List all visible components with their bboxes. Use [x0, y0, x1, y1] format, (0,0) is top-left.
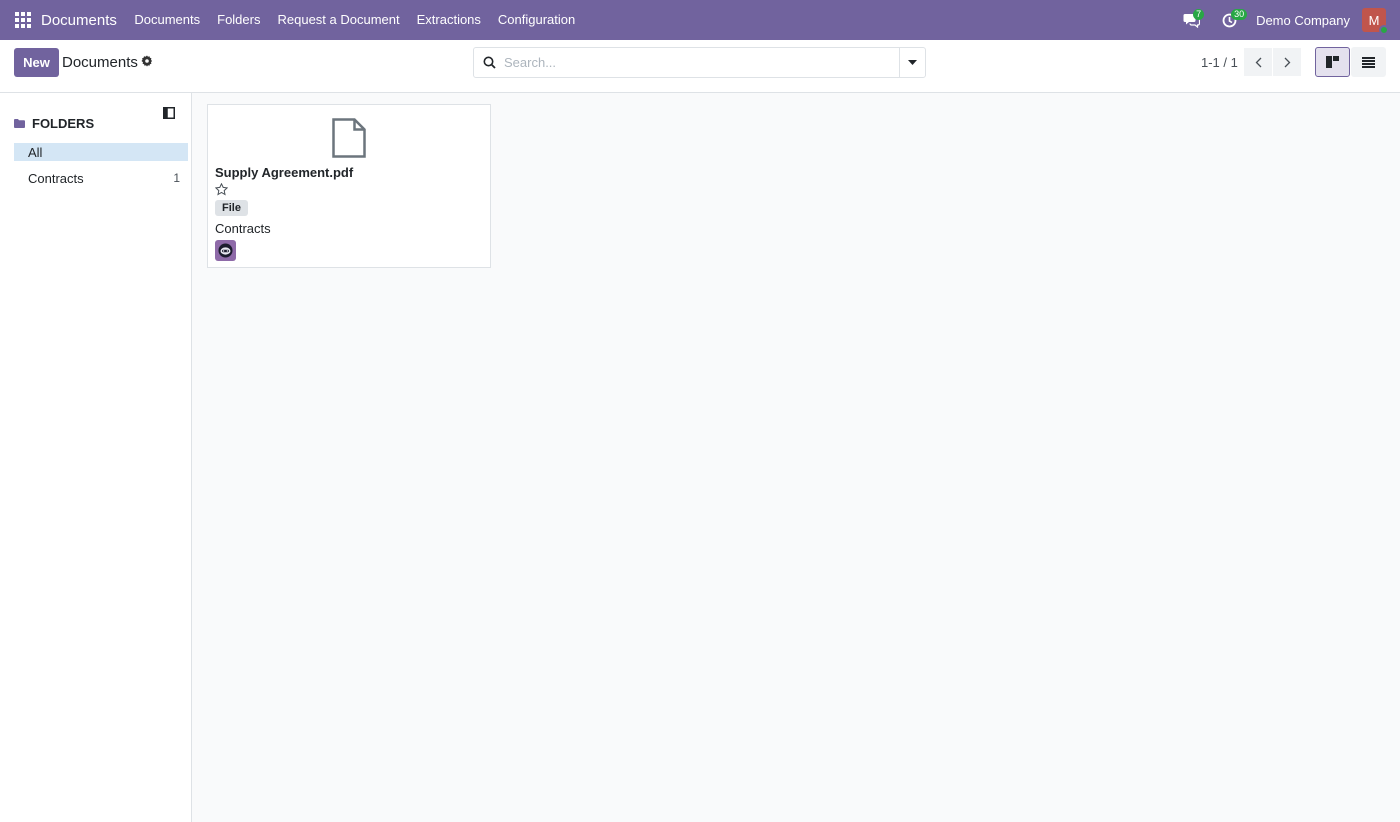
folder-icon: [14, 119, 25, 128]
pager-previous-button[interactable]: [1244, 48, 1272, 76]
document-folder: Contracts: [215, 221, 271, 236]
nav-folders[interactable]: Folders: [209, 0, 269, 40]
sidebar-item-label: All: [28, 144, 43, 160]
document-name: Supply Agreement.pdf: [215, 165, 354, 180]
activities-count-badge: 30: [1231, 9, 1248, 20]
file-icon: [332, 118, 366, 158]
control-panel: New Documents 1-1 / 1: [0, 40, 1400, 93]
messages-button[interactable]: 7: [1176, 0, 1206, 40]
sidebar-item-all[interactable]: All: [14, 143, 188, 161]
sidebar-collapse-icon[interactable]: [163, 107, 175, 119]
bot-avatar-icon: [218, 243, 233, 258]
kanban-icon: [1326, 56, 1339, 68]
folders-header-label: FOLDERS: [32, 116, 95, 131]
search-input[interactable]: [504, 48, 899, 77]
sidebar-item-count: 1: [173, 171, 180, 185]
page-title: Documents: [62, 54, 138, 71]
sidebar-item-contracts[interactable]: Contracts 1: [14, 169, 188, 187]
search-icon: [474, 48, 504, 77]
owner-avatar[interactable]: [215, 240, 236, 261]
nav-documents[interactable]: Documents: [126, 0, 209, 40]
nav-configuration[interactable]: Configuration: [489, 0, 583, 40]
activities-button[interactable]: 30: [1214, 0, 1248, 40]
top-navbar: Documents Documents Folders Request a Do…: [0, 0, 1400, 40]
avatar-letter: M: [1368, 12, 1380, 28]
document-card[interactable]: Supply Agreement.pdf File Contracts: [207, 104, 491, 268]
company-switcher[interactable]: Demo Company: [1256, 13, 1350, 28]
online-status-dot: [1379, 25, 1389, 35]
document-type-tag: File: [215, 200, 248, 216]
caret-down-icon: [908, 60, 917, 65]
pager-next-button[interactable]: [1273, 48, 1301, 76]
search-bar: [473, 47, 926, 78]
sidebar-item-label: Contracts: [28, 170, 84, 186]
star-icon[interactable]: [215, 183, 228, 196]
new-button[interactable]: New: [14, 48, 59, 77]
list-view-button[interactable]: [1351, 47, 1386, 77]
kanban-view-button[interactable]: [1315, 47, 1350, 77]
chevron-right-icon: [1284, 57, 1290, 67]
chevron-left-icon: [1255, 57, 1261, 67]
list-icon: [1362, 56, 1375, 68]
folders-sidebar: FOLDERS All Contracts 1: [0, 93, 192, 822]
nav-extractions[interactable]: Extractions: [408, 0, 489, 40]
gear-icon[interactable]: [141, 55, 153, 67]
nav-request-document[interactable]: Request a Document: [269, 0, 408, 40]
folders-header: FOLDERS: [14, 116, 94, 131]
user-avatar[interactable]: M: [1362, 8, 1389, 35]
pager-value[interactable]: 1-1 / 1: [1201, 55, 1238, 70]
messages-count-badge: 7: [1193, 9, 1205, 20]
search-options-toggle[interactable]: [899, 48, 925, 77]
app-brand[interactable]: Documents: [41, 12, 117, 29]
apps-menu-icon[interactable]: [0, 0, 46, 40]
